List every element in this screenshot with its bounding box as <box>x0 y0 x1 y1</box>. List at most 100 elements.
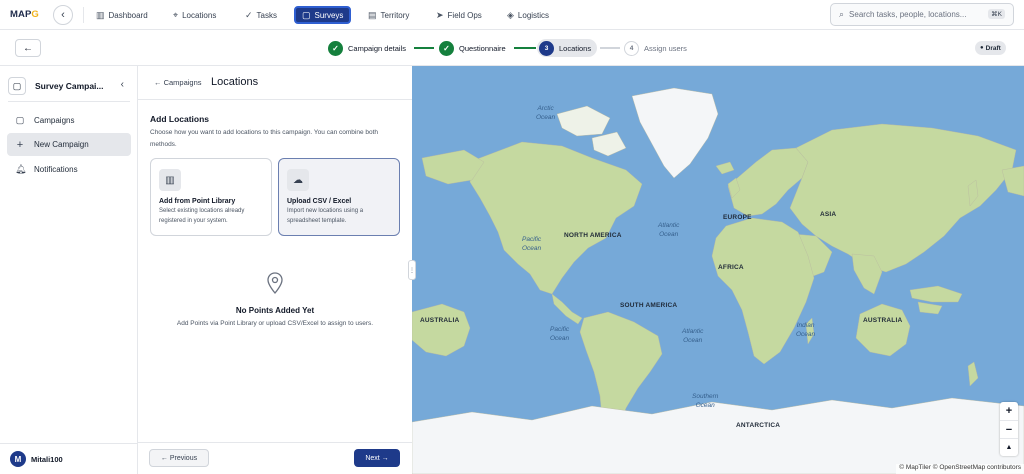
clipboard-icon: ▢ <box>302 9 311 20</box>
sidebar-header: ▢ Survey Campai... ‹ <box>8 75 128 97</box>
status-badge-label: Draft <box>985 44 1001 52</box>
clipboard-icon: ▢ <box>8 77 26 95</box>
step-campaign-details[interactable]: ✓ Campaign details <box>328 39 406 57</box>
arctic-islands-shape <box>556 105 611 137</box>
nav-item-surveys[interactable]: ▢ Surveys <box>294 6 352 24</box>
check-icon: ✓ <box>439 40 454 56</box>
top-navigation: MAPG ‹ ▥ Dashboard ⌖ Locations ✓ Tasks ▢… <box>0 0 1024 30</box>
step-label: Assign users <box>644 43 687 53</box>
avatar: M <box>10 451 26 467</box>
step-label: Questionnaire <box>459 43 506 53</box>
card-title: Add from Point Library <box>159 198 236 205</box>
global-search-input[interactable]: ⌕ Search tasks, people, locations... ⌘K <box>830 3 1014 26</box>
empty-state-title: No Points Added Yet <box>235 306 315 315</box>
section-description: Choose how you want to add locations to … <box>150 129 379 148</box>
sidebar-item-label: Campaigns <box>34 116 75 125</box>
nav-item-label: Field Ops <box>447 10 482 20</box>
empty-state-description: Add Points via Point Library or upload C… <box>176 320 374 327</box>
section-title: Add Locations <box>150 114 210 124</box>
nav-item-field-ops[interactable]: ➤ Field Ops <box>432 6 486 24</box>
australia-shape <box>855 303 911 357</box>
compass-icon[interactable]: ▲ <box>1000 438 1018 456</box>
sidebar-item-campaigns[interactable]: ▢ Campaigns <box>7 109 131 132</box>
search-placeholder: Search tasks, people, locations... <box>849 10 967 19</box>
new-zealand-shape <box>967 361 979 387</box>
map-pin-icon <box>267 272 283 294</box>
step-connector <box>600 47 620 49</box>
world-map[interactable]: Arctic Ocean Atlantic Ocean Pacific Ocean P… <box>412 66 1024 474</box>
ocean-label: Atlantic Ocean <box>658 222 680 238</box>
collapse-chevron-icon[interactable]: ‹ <box>121 79 124 90</box>
continent-label: ASIA <box>820 211 837 218</box>
nav-item-label: Dashboard <box>108 10 148 20</box>
status-badge: ● Draft <box>975 41 1006 55</box>
nav-item-dashboard[interactable]: ▥ Dashboard <box>92 6 152 24</box>
continent-label: AFRICA <box>718 264 744 271</box>
new-guinea-shape <box>917 301 943 315</box>
continent-label: AUSTRALIA <box>863 317 903 324</box>
zoom-in-button[interactable]: + <box>1000 402 1018 420</box>
user-name: Mitali100 <box>31 454 63 464</box>
plus-icon: + <box>16 138 24 151</box>
nav-item-tasks[interactable]: ✓ Tasks <box>241 6 281 24</box>
user-profile[interactable]: M Mitali100 <box>10 451 63 467</box>
nav-item-label: Logistics <box>517 10 550 20</box>
zoom-out-button[interactable]: − <box>1000 420 1018 438</box>
nav-item-locations[interactable]: ⌖ Locations <box>169 6 220 24</box>
shortcut-badge: ⌘K <box>988 9 1005 19</box>
north-america-shape <box>469 141 643 295</box>
upload-csv-card[interactable]: ☁ Upload CSV / Excel Import new location… <box>278 158 400 236</box>
central-america-shape <box>551 293 583 325</box>
continent-label: SOUTH AMERICA <box>620 302 678 309</box>
sidebar-item-new-campaign[interactable]: + New Campaign <box>7 133 131 156</box>
previous-button[interactable]: ← Previous <box>149 449 209 467</box>
resize-handle[interactable]: ⋮ <box>408 260 416 280</box>
map-zoom-controls: + − ▲ <box>1000 402 1018 456</box>
nav-item-territory[interactable]: ▤ Territory <box>364 6 413 24</box>
step-assign-users[interactable]: 4 Assign users <box>624 39 687 57</box>
map-attribution: © MapTiler © OpenStreetMap contributors <box>896 464 1024 474</box>
sidebar-item-notifications[interactable]: 🔔︎ Notifications <box>7 158 131 181</box>
bar-chart-icon: ▥ <box>96 9 105 20</box>
continent-label: AUSTRALIA <box>420 317 460 324</box>
library-icon: ▥ <box>159 169 181 191</box>
divider <box>138 99 412 100</box>
card-description: Select existing locations already regist… <box>159 208 245 224</box>
nav-item-label: Tasks <box>256 10 277 20</box>
arctic-islands-shape <box>591 131 627 157</box>
page-title: Locations <box>211 76 259 88</box>
north-america-shape <box>1001 165 1024 197</box>
card-title: Upload CSV / Excel <box>287 198 352 205</box>
sidebar: ▢ Survey Campai... ‹ ▢ Campaigns + New C… <box>0 66 138 474</box>
breadcrumb[interactable]: ← Campaigns <box>154 78 202 87</box>
step-label: Locations <box>559 43 592 53</box>
divider <box>138 442 412 443</box>
sidebar-title: Survey Campai... <box>35 81 104 91</box>
nav-item-logistics[interactable]: ◈ Logistics <box>503 6 553 24</box>
back-icon[interactable]: ‹ <box>53 5 73 25</box>
clipboard-icon: ▢ <box>15 115 25 125</box>
cloud-upload-icon: ☁ <box>287 169 309 191</box>
nav-divider <box>83 7 84 23</box>
step-questionnaire[interactable]: ✓ Questionnaire <box>439 39 506 57</box>
step-connector <box>414 47 434 49</box>
ocean-label: Pacific Ocean <box>550 326 570 342</box>
step-number: 3 <box>539 40 554 56</box>
app-logo[interactable]: MAPG <box>10 9 39 20</box>
ocean-label: Indian Ocean <box>796 322 816 338</box>
nav-item-label: Locations <box>182 10 217 20</box>
ocean-label: Pacific Ocean <box>522 236 542 252</box>
australia-shape <box>412 303 471 357</box>
ocean-label: Atlantic Ocean <box>682 328 704 344</box>
status-dot-icon: ● <box>980 45 984 51</box>
next-button[interactable]: Next → <box>354 449 400 467</box>
back-arrow-icon[interactable]: ← <box>15 39 41 57</box>
ocean-label: Southern Ocean <box>692 393 719 409</box>
southeast-asia-shape <box>909 285 963 303</box>
map-icon: ▤ <box>368 9 377 20</box>
add-from-library-card[interactable]: ▥ Add from Point Library Select existing… <box>150 158 272 236</box>
search-icon: ⌕ <box>839 9 845 19</box>
step-number: 4 <box>624 40 639 56</box>
box-icon: ◈ <box>507 9 514 20</box>
step-locations[interactable]: 3 Locations <box>537 39 598 57</box>
